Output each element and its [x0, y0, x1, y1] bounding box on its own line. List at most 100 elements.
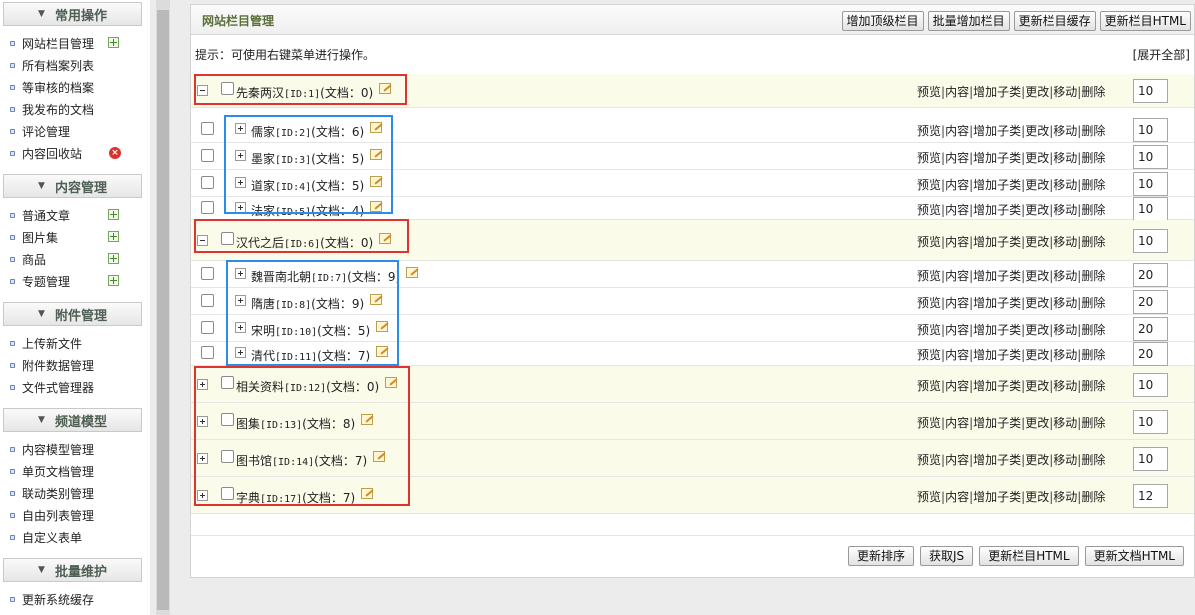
action-link[interactable]: 移动 — [1053, 490, 1077, 504]
action-link[interactable]: 删除 — [1081, 203, 1105, 217]
expand-icon[interactable] — [235, 177, 246, 188]
category-name[interactable]: 墨家[ID:3](文档：5) — [251, 150, 364, 167]
select-checkbox[interactable] — [221, 82, 234, 95]
action-link[interactable]: 预览 — [917, 416, 941, 430]
action-link[interactable]: 更改 — [1025, 178, 1049, 192]
sidebar-item[interactable]: 自定义表单 — [0, 526, 150, 548]
category-name[interactable]: 清代[ID:11](文档：7) — [251, 347, 370, 364]
action-link[interactable]: 更改 — [1025, 151, 1049, 165]
action-link[interactable]: 预览 — [917, 323, 941, 337]
select-checkbox[interactable] — [221, 487, 234, 500]
expand-icon[interactable] — [235, 150, 246, 161]
footer-button[interactable]: 更新栏目HTML — [979, 546, 1079, 566]
action-link[interactable]: 内容 — [945, 348, 969, 362]
add-icon[interactable] — [108, 209, 119, 220]
sort-order-input[interactable] — [1133, 410, 1168, 434]
action-link[interactable]: 增加子类 — [973, 235, 1021, 249]
category-name[interactable]: 道家[ID:4](文档：5) — [251, 177, 364, 194]
action-link[interactable]: 删除 — [1081, 323, 1105, 337]
sidebar-section-header[interactable]: ▼ 内容管理 — [3, 174, 142, 198]
action-link[interactable]: 预览 — [917, 85, 941, 99]
action-link[interactable]: 内容 — [945, 416, 969, 430]
action-link[interactable]: 增加子类 — [973, 453, 1021, 467]
expand-icon[interactable] — [235, 123, 246, 134]
action-link[interactable]: 更改 — [1025, 416, 1049, 430]
header-button[interactable]: 增加顶级栏目 — [841, 11, 924, 31]
action-link[interactable]: 预览 — [917, 296, 941, 310]
action-link[interactable]: 增加子类 — [973, 296, 1021, 310]
action-link[interactable]: 删除 — [1081, 235, 1105, 249]
action-link[interactable]: 移动 — [1053, 269, 1077, 283]
action-link[interactable]: 预览 — [917, 453, 941, 467]
category-name[interactable]: 汉代之后[ID:6](文档：0) — [236, 234, 373, 251]
expand-icon[interactable] — [235, 295, 246, 306]
select-checkbox[interactable] — [201, 346, 214, 359]
header-button[interactable]: 更新栏目缓存 — [1013, 11, 1096, 31]
sort-order-input[interactable] — [1133, 484, 1168, 508]
edit-icon[interactable] — [376, 321, 388, 332]
sidebar-item[interactable]: 文件式管理器 — [0, 376, 150, 398]
action-link[interactable]: 内容 — [945, 178, 969, 192]
category-name[interactable]: 隋唐[ID:8](文档：9) — [251, 295, 364, 312]
action-link[interactable]: 更改 — [1025, 453, 1049, 467]
expand-icon[interactable] — [235, 202, 246, 213]
select-checkbox[interactable] — [201, 176, 214, 189]
expand-icon[interactable] — [235, 347, 246, 358]
action-link[interactable]: 增加子类 — [973, 178, 1021, 192]
action-link[interactable]: 预览 — [917, 348, 941, 362]
action-link[interactable]: 删除 — [1081, 453, 1105, 467]
footer-button[interactable]: 更新文档HTML — [1084, 546, 1184, 566]
category-name[interactable]: 图书馆[ID:14](文档：7) — [236, 452, 367, 469]
sidebar-section-header[interactable]: ▼ 常用操作 — [3, 2, 142, 26]
sidebar-item[interactable]: 普通文章 — [0, 204, 150, 226]
vertical-scrollbar[interactable] — [156, 0, 170, 615]
edit-icon[interactable] — [373, 451, 385, 462]
action-link[interactable]: 增加子类 — [973, 490, 1021, 504]
delete-icon[interactable]: × — [109, 147, 121, 159]
edit-icon[interactable] — [370, 201, 382, 212]
action-link[interactable]: 更改 — [1025, 85, 1049, 99]
select-checkbox[interactable] — [201, 122, 214, 135]
sort-order-input[interactable] — [1133, 317, 1168, 341]
action-link[interactable]: 内容 — [945, 323, 969, 337]
category-name[interactable]: 先秦两汉[ID:1](文档：0) — [236, 84, 373, 101]
action-link[interactable]: 删除 — [1081, 85, 1105, 99]
action-link[interactable]: 移动 — [1053, 151, 1077, 165]
action-link[interactable]: 移动 — [1053, 296, 1077, 310]
sidebar-item[interactable]: 图片集 — [0, 226, 150, 248]
action-link[interactable]: 内容 — [945, 203, 969, 217]
sidebar-item[interactable]: 所有档案列表 — [0, 54, 150, 76]
action-link[interactable]: 内容 — [945, 235, 969, 249]
action-link[interactable]: 内容 — [945, 269, 969, 283]
select-checkbox[interactable] — [201, 321, 214, 334]
action-link[interactable]: 增加子类 — [973, 379, 1021, 393]
sidebar-item[interactable]: 上传新文件 — [0, 332, 150, 354]
expand-icon[interactable] — [197, 379, 208, 390]
category-name[interactable]: 法家[ID:5](文档：4) — [251, 202, 364, 219]
action-link[interactable]: 预览 — [917, 124, 941, 138]
edit-icon[interactable] — [385, 377, 397, 388]
sort-order-input[interactable] — [1133, 373, 1168, 397]
sidebar-section-header[interactable]: ▼ 频道模型 — [3, 408, 142, 432]
category-name[interactable]: 魏晋南北朝[ID:7](文档：9) — [251, 268, 400, 285]
expand-icon[interactable] — [235, 322, 246, 333]
scrollbar-thumb[interactable] — [157, 10, 169, 610]
sidebar-section-header[interactable]: ▼ 附件管理 — [3, 302, 142, 326]
action-link[interactable]: 删除 — [1081, 151, 1105, 165]
select-checkbox[interactable] — [201, 267, 214, 280]
select-checkbox[interactable] — [221, 232, 234, 245]
select-checkbox[interactable] — [201, 294, 214, 307]
sort-order-input[interactable] — [1133, 145, 1168, 169]
sidebar-item[interactable]: 我发布的文档 — [0, 98, 150, 120]
action-link[interactable]: 移动 — [1053, 323, 1077, 337]
action-link[interactable]: 移动 — [1053, 348, 1077, 362]
sidebar-item[interactable]: 自由列表管理 — [0, 504, 150, 526]
action-link[interactable]: 更改 — [1025, 490, 1049, 504]
action-link[interactable]: 预览 — [917, 235, 941, 249]
action-link[interactable]: 增加子类 — [973, 323, 1021, 337]
expand-icon[interactable] — [197, 416, 208, 427]
action-link[interactable]: 增加子类 — [973, 151, 1021, 165]
collapse-icon[interactable] — [197, 85, 208, 96]
action-link[interactable]: 更改 — [1025, 348, 1049, 362]
sidebar-item[interactable]: 内容模型管理 — [0, 438, 150, 460]
